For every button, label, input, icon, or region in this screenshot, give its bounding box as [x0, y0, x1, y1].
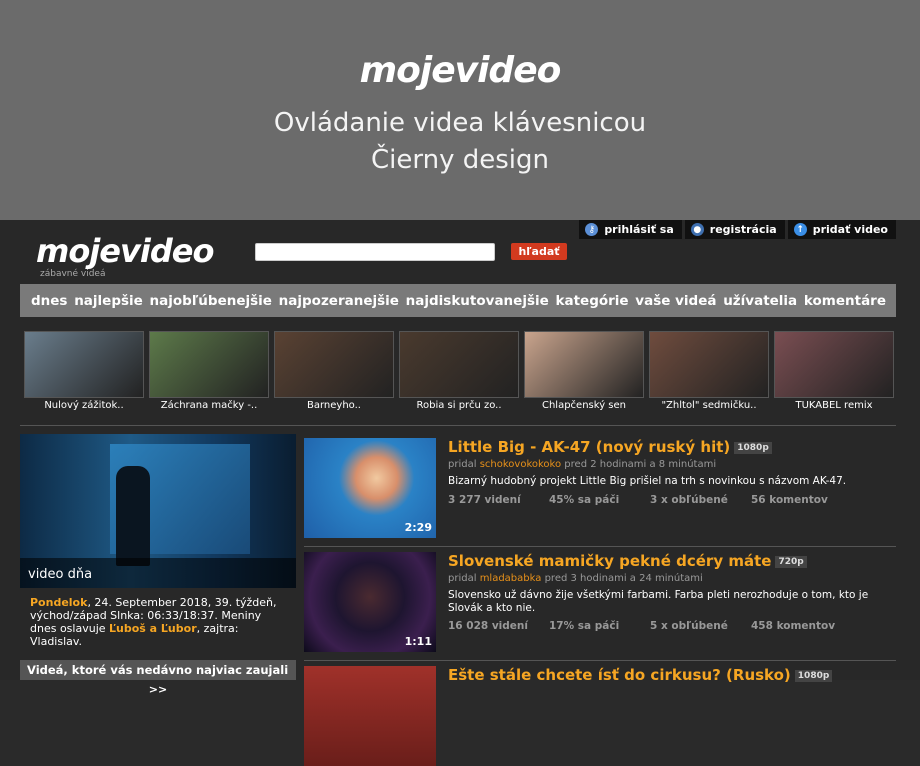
thumbnail-image[interactable] — [274, 331, 394, 398]
video-thumbnail[interactable] — [304, 666, 436, 766]
thumbnail-image[interactable] — [649, 331, 769, 398]
uploader-link[interactable]: mladababka — [480, 573, 542, 584]
nav-item-most-viewed[interactable]: najpozeranejšie — [279, 293, 399, 309]
thumbnail-item[interactable]: Robia si prču zo.. — [399, 331, 519, 411]
thumbnail-item[interactable]: Nulový zážitok.. — [24, 331, 144, 411]
recent-next-button[interactable]: >> — [20, 683, 296, 696]
thumbnail-item[interactable]: "Zhltol" sedmičku.. — [649, 331, 769, 411]
add-video-link[interactable]: ↑ pridať video — [787, 220, 896, 239]
video-duration: 2:29 — [404, 521, 432, 534]
upload-icon: ↑ — [793, 223, 807, 236]
video-of-day-thumbnail[interactable]: video dňa — [20, 434, 296, 588]
favorite-count: 3 x obľúbené — [650, 494, 728, 506]
row-divider — [304, 546, 896, 547]
user-icon: ● — [690, 223, 704, 236]
recent-videos-header: Videá, ktoré vás nedávno najviac zaujali — [20, 660, 296, 680]
video-title[interactable]: Slovenské mamičky pekné dcéry máte 720p — [448, 552, 807, 570]
person-silhouette — [116, 466, 150, 566]
register-link[interactable]: ● registrácia — [684, 220, 785, 239]
banner-headline: Ovládanie videa klávesnicou — [273, 108, 647, 138]
search-input[interactable] — [255, 243, 495, 261]
like-percent: 17% sa páči — [549, 620, 620, 632]
login-link[interactable]: ⚷ prihlásiť sa — [579, 220, 682, 239]
thumbnail-item[interactable]: TUKABEL remix — [774, 331, 894, 411]
banner-subheadline: Čierny design — [371, 145, 549, 175]
video-item: 2:29 Little Big - AK-47 (nový ruský hit)… — [304, 438, 896, 538]
account-toolbar: ⚷ prihlásiť sa ● registrácia ↑ pridať vi… — [576, 220, 896, 239]
video-description: Bizarný hudobný projekt Little Big priši… — [448, 475, 847, 487]
thumbnail-image[interactable] — [399, 331, 519, 398]
video-title-text[interactable]: Slovenské mamičky pekné dcéry máte — [448, 552, 771, 570]
upload-time: pred 3 hodinami a 24 minútami — [544, 573, 703, 584]
video-thumbnail[interactable]: 2:29 — [304, 438, 436, 538]
added-by-label: pridal — [448, 459, 477, 470]
nav-item-today[interactable]: dnes — [31, 293, 67, 309]
video-item: Ešte stále chcete ísť do cirkusu? (Rusko… — [304, 666, 896, 766]
thumbnail-caption[interactable]: Barneyho.. — [274, 400, 394, 411]
upload-time: pred 2 hodinami a 8 minútami — [564, 459, 717, 470]
comment-count: 56 komentov — [751, 494, 828, 506]
resolution-badge: 720p — [775, 555, 807, 568]
uploader-link[interactable]: schokovokokoko — [480, 459, 561, 470]
site-page: ⚷ prihlásiť sa ● registrácia ↑ pridať vi… — [0, 220, 920, 766]
resolution-badge: 1080p — [734, 441, 772, 454]
row-divider — [304, 660, 896, 661]
day-info: Pondelok, 24. September 2018, 39. týždeň… — [20, 596, 296, 648]
nav-item-your-videos[interactable]: vaše videá — [635, 293, 716, 309]
nameday-names: Ľuboš a Ľubor — [109, 622, 197, 635]
comment-count: 458 komentov — [751, 620, 836, 632]
favorite-count: 5 x obľúbené — [650, 620, 728, 632]
thumbnail-caption[interactable]: "Zhltol" sedmičku.. — [649, 400, 769, 411]
video-item: 1:11 Slovenské mamičky pekné dcéry máte 7… — [304, 552, 896, 652]
thumbnail-image[interactable] — [149, 331, 269, 398]
nav-item-most-discussed[interactable]: najdiskutovanejšie — [406, 293, 549, 309]
nav-item-categories[interactable]: kategórie — [556, 293, 629, 309]
nav-item-users[interactable]: užívatelia — [723, 293, 797, 309]
promo-banner: mojevideo Ovládanie videa klávesnicou Či… — [0, 0, 920, 220]
video-description: Slovensko už dávno žije všetkými farbami… — [448, 589, 869, 614]
video-thumbnail[interactable]: 1:11 — [304, 552, 436, 652]
thumbnail-item[interactable]: Záchrana mačky -.. — [149, 331, 269, 411]
main-nav: dnes najlepšie najobľúbenejšie najpozera… — [20, 284, 896, 317]
like-percent: 45% sa páči — [549, 494, 620, 506]
banner-logo: mojevideo — [359, 50, 562, 91]
added-by-label: pridal — [448, 573, 477, 584]
thumbnail-caption[interactable]: TUKABEL remix — [774, 400, 894, 411]
thumbnail-caption[interactable]: Robia si prču zo.. — [399, 400, 519, 411]
video-title-text[interactable]: Ešte stále chcete ísť do cirkusu? (Rusko… — [448, 666, 791, 684]
site-tagline: zábavné videá — [40, 269, 106, 279]
thumbnail-image[interactable] — [774, 331, 894, 398]
view-count: 16 028 videní — [448, 620, 528, 632]
thumbnail-caption[interactable]: Chlapčenský sen — [524, 400, 644, 411]
video-title-text[interactable]: Little Big - AK-47 (nový ruský hit) — [448, 438, 730, 456]
video-title[interactable]: Ešte stále chcete ísť do cirkusu? (Rusko… — [448, 666, 833, 684]
thumbnail-caption[interactable]: Záchrana mačky -.. — [149, 400, 269, 411]
login-label: prihlásiť sa — [604, 223, 674, 236]
thumbnail-image[interactable] — [524, 331, 644, 398]
video-meta: pridal mladababka pred 3 hodinami a 24 m… — [448, 573, 703, 584]
key-icon: ⚷ — [585, 223, 599, 236]
section-divider — [20, 425, 896, 426]
thumbnail-item[interactable]: Chlapčenský sen — [524, 331, 644, 411]
nav-item-comments[interactable]: komentáre — [804, 293, 886, 309]
video-of-day-label[interactable]: video dňa — [28, 567, 92, 582]
view-count: 3 277 videní — [448, 494, 521, 506]
thumbnail-image[interactable] — [24, 331, 144, 398]
thumbnail-caption[interactable]: Nulový zážitok.. — [24, 400, 144, 411]
featured-thumbnails: Nulový zážitok.. Záchrana mačky -.. Barn… — [20, 331, 896, 415]
register-label: registrácia — [709, 223, 777, 236]
nav-item-favorite[interactable]: najobľúbenejšie — [150, 293, 272, 309]
nav-item-best[interactable]: najlepšie — [74, 293, 143, 309]
video-duration: 1:11 — [404, 635, 432, 648]
video-title[interactable]: Little Big - AK-47 (nový ruský hit) 1080p — [448, 438, 772, 456]
sidebar: video dňa Pondelok, 24. September 2018, … — [20, 434, 296, 696]
search-button[interactable]: hľadať — [511, 243, 567, 260]
day-name: Pondelok — [30, 596, 88, 609]
video-meta: pridal schokovokokoko pred 2 hodinami a … — [448, 459, 716, 470]
thumbnail-item[interactable]: Barneyho.. — [274, 331, 394, 411]
add-video-label: pridať video — [812, 223, 888, 236]
site-logo[interactable]: mojevideo — [36, 232, 214, 270]
